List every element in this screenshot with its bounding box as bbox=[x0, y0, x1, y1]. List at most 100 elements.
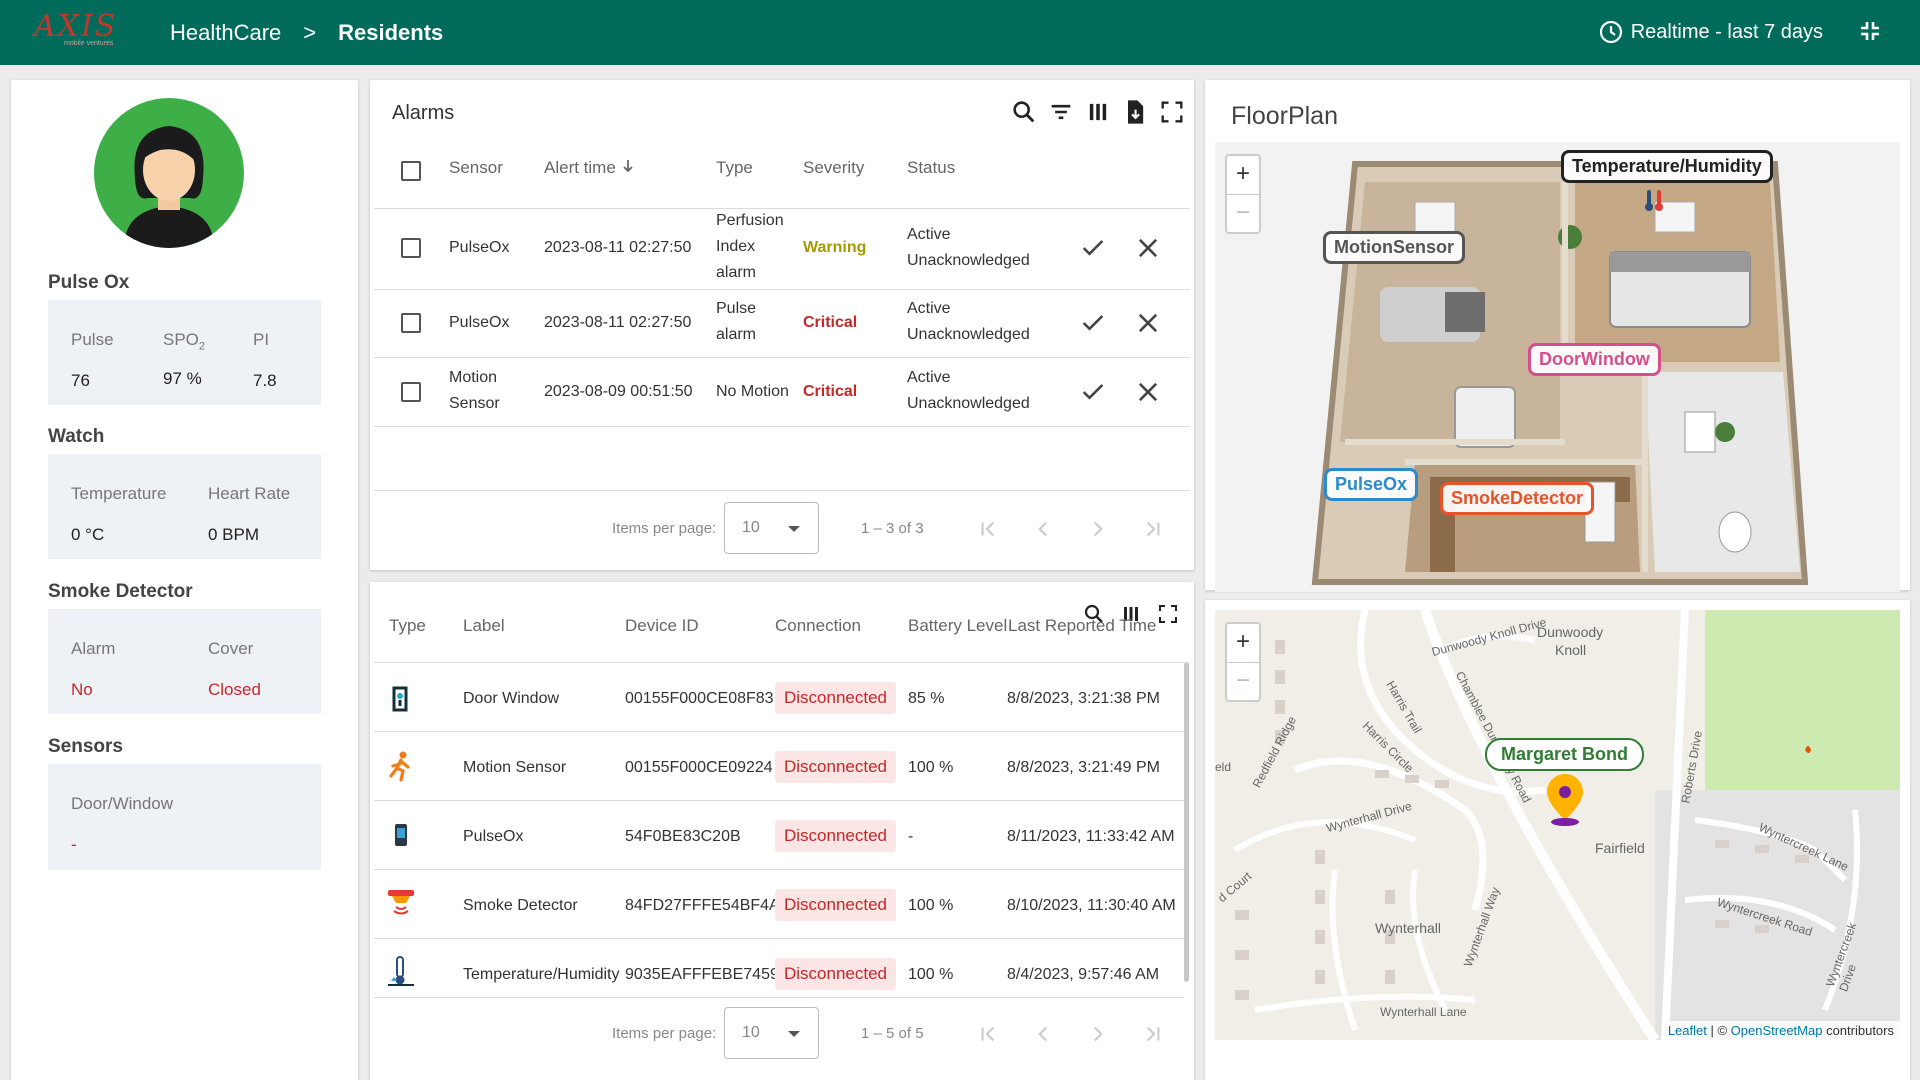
attribution-separator: | © bbox=[1706, 1023, 1731, 1038]
sensor-tag-smoke-detector[interactable]: SmokeDetector bbox=[1440, 482, 1595, 515]
street-label: Wynterhall Lane bbox=[1380, 1005, 1467, 1019]
place-label: Dunwoody bbox=[1537, 624, 1604, 640]
axis-logo[interactable]: AXIS mobile ventures bbox=[34, 12, 128, 52]
page-size-select[interactable]: 10 bbox=[724, 1007, 819, 1059]
alarms-panel: Alarms Sensor Alert time Type Severity S… bbox=[370, 80, 1194, 570]
last-page-icon[interactable] bbox=[1140, 516, 1166, 542]
divider bbox=[374, 490, 1190, 491]
select-all-checkbox[interactable] bbox=[401, 161, 421, 181]
last-reported-time: 8/4/2023, 9:57:46 AM bbox=[1007, 966, 1160, 983]
export-file-icon[interactable] bbox=[1121, 98, 1149, 126]
connection-status-badge: Disconnected bbox=[775, 751, 897, 783]
dismiss-close-icon[interactable] bbox=[1134, 378, 1162, 406]
breadcrumb-healthcare[interactable]: HealthCare bbox=[170, 20, 281, 46]
street-map-image bbox=[1233, 610, 1900, 1040]
top-bar: AXIS mobile ventures HealthCare > Reside… bbox=[0, 0, 1920, 65]
row-type-line: Index bbox=[716, 238, 756, 255]
row-checkbox[interactable] bbox=[401, 313, 421, 333]
row-status: Active Unacknowledged bbox=[907, 365, 1030, 417]
zoom-in-button[interactable]: + bbox=[1227, 156, 1259, 194]
fullscreen-exit-icon[interactable] bbox=[1858, 19, 1882, 43]
dismiss-close-icon[interactable] bbox=[1134, 309, 1162, 337]
row-checkbox[interactable] bbox=[401, 238, 421, 258]
col-alert-time[interactable]: Alert time bbox=[544, 158, 635, 178]
col-severity[interactable]: Severity bbox=[803, 158, 864, 178]
row-sensor: PulseOx bbox=[449, 314, 510, 331]
row-alert-time: 2023-08-09 00:51:50 bbox=[544, 383, 693, 400]
acknowledge-check-icon[interactable] bbox=[1079, 309, 1107, 337]
row-type-line: alarm bbox=[716, 264, 757, 281]
col-device-id[interactable]: Device ID bbox=[625, 616, 699, 636]
first-page-icon[interactable] bbox=[975, 1021, 1001, 1047]
sensor-tag-motion[interactable]: MotionSensor bbox=[1323, 231, 1465, 264]
fullscreen-icon[interactable] bbox=[1156, 602, 1180, 626]
col-label[interactable]: Label bbox=[463, 616, 505, 636]
col-last-reported[interactable]: Last Reported Time bbox=[1008, 616, 1156, 636]
previous-page-icon[interactable] bbox=[1030, 1021, 1056, 1047]
row-checkbox[interactable] bbox=[401, 382, 421, 402]
openstreetmap-view[interactable]: + − Dunwoody Knoll Drive Dunwoody Knoll … bbox=[1215, 610, 1900, 1040]
page-size-select[interactable]: 10 bbox=[724, 502, 819, 554]
spo2-label: SPO2 bbox=[163, 330, 205, 352]
columns-icon[interactable] bbox=[1084, 98, 1112, 126]
zoom-out-button[interactable]: − bbox=[1227, 662, 1259, 700]
zoom-in-button[interactable]: + bbox=[1227, 624, 1259, 662]
acknowledge-check-icon[interactable] bbox=[1079, 378, 1107, 406]
row-alert-time: 2023-08-11 02:27:50 bbox=[544, 314, 692, 331]
row-sensor: PulseOx bbox=[449, 239, 510, 256]
sensor-tag-pulseox[interactable]: PulseOx bbox=[1324, 468, 1419, 501]
device-label: Motion Sensor bbox=[463, 759, 567, 776]
col-sensor[interactable]: Sensor bbox=[449, 158, 503, 178]
door-window-label: Door/Window bbox=[71, 794, 174, 813]
battery-level: 100 % bbox=[908, 897, 954, 914]
resident-location-label[interactable]: Margaret Bond bbox=[1485, 738, 1645, 771]
breadcrumb-separator: > bbox=[303, 20, 317, 45]
floorplan-view[interactable]: + − Temperature/Humidity MotionSensor Do… bbox=[1215, 142, 1900, 592]
motion-sensor-icon bbox=[389, 751, 410, 782]
logo-subtitle: mobile ventures bbox=[64, 40, 114, 47]
row-type: No Motion bbox=[716, 383, 789, 400]
previous-page-icon[interactable] bbox=[1030, 516, 1056, 542]
pulse-label: Pulse bbox=[71, 330, 114, 349]
next-page-icon[interactable] bbox=[1085, 1021, 1111, 1047]
acknowledge-check-icon[interactable] bbox=[1079, 234, 1107, 262]
pulse-ox-title: Pulse Ox bbox=[48, 272, 130, 293]
watch-box: Temperature Heart Rate 0 °C 0 BPM bbox=[48, 454, 321, 559]
realtime-selector[interactable]: Realtime - last 7 days bbox=[1599, 20, 1823, 44]
pulse-ox-box: Pulse SPO2 PI 76 97 % 7.8 bbox=[48, 300, 321, 405]
sensor-tag-temperature-humidity[interactable]: Temperature/Humidity bbox=[1561, 150, 1773, 183]
cover-value: Closed bbox=[208, 680, 261, 699]
last-reported-time: 8/11/2023, 11:33:42 AM bbox=[1007, 828, 1175, 845]
col-type[interactable]: Type bbox=[389, 616, 426, 636]
search-icon[interactable] bbox=[1010, 98, 1038, 126]
last-page-icon[interactable] bbox=[1140, 1021, 1166, 1047]
vertical-scrollbar[interactable] bbox=[1184, 662, 1189, 982]
place-label: Knoll bbox=[1555, 642, 1587, 658]
fullscreen-icon[interactable] bbox=[1158, 98, 1186, 126]
pi-value: 7.8 bbox=[253, 371, 277, 390]
col-battery-level[interactable]: Battery Level bbox=[908, 616, 1007, 636]
first-page-icon[interactable] bbox=[975, 516, 1001, 542]
smoke-detector-title: Smoke Detector bbox=[48, 581, 193, 602]
dismiss-close-icon[interactable] bbox=[1134, 234, 1162, 262]
next-page-icon[interactable] bbox=[1085, 516, 1111, 542]
col-status[interactable]: Status bbox=[907, 158, 955, 178]
col-type[interactable]: Type bbox=[716, 158, 753, 178]
divider bbox=[374, 731, 1184, 732]
openstreetmap-link[interactable]: OpenStreetMap bbox=[1731, 1023, 1823, 1038]
divider bbox=[374, 357, 1190, 358]
zoom-out-button[interactable]: − bbox=[1227, 194, 1259, 232]
sensor-tag-door-window[interactable]: DoorWindow bbox=[1528, 343, 1661, 376]
col-connection[interactable]: Connection bbox=[775, 616, 861, 636]
pulseox-icon bbox=[395, 824, 407, 846]
leaflet-link[interactable]: Leaflet bbox=[1668, 1023, 1707, 1038]
temperature-label: Temperature bbox=[71, 484, 167, 503]
device-label: Smoke Detector bbox=[463, 897, 578, 914]
last-reported-time: 8/8/2023, 3:21:49 PM bbox=[1007, 759, 1160, 776]
filter-icon[interactable] bbox=[1047, 98, 1075, 126]
alarm-value: No bbox=[71, 680, 93, 699]
sort-arrow-down-icon bbox=[622, 160, 633, 173]
clock-icon bbox=[1599, 20, 1622, 44]
device-id: 00155F000CE09224 bbox=[625, 759, 773, 776]
row-status: Active Unacknowledged bbox=[907, 296, 1030, 348]
